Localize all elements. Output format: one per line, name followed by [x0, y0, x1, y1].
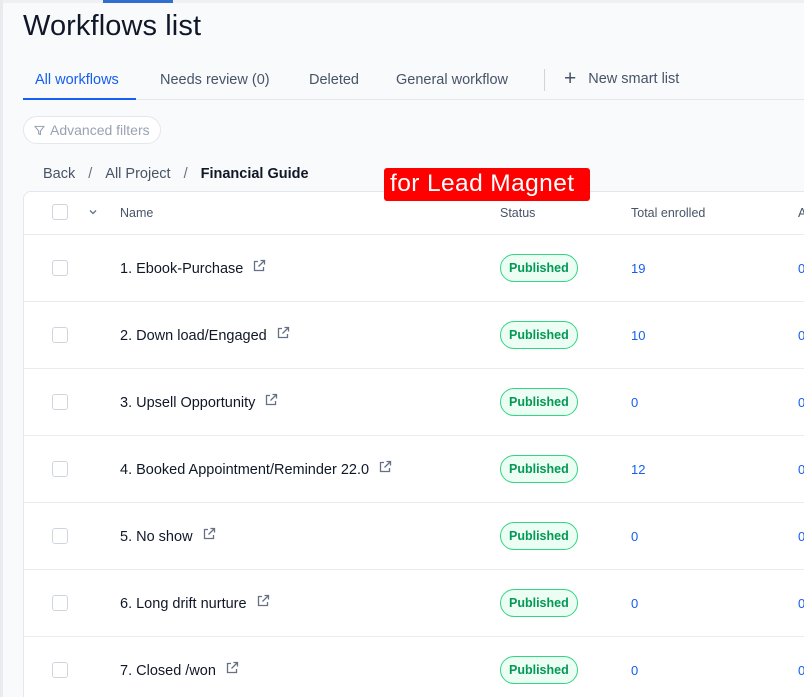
table-row[interactable]: 2. Down load/Engaged Published 10 0	[24, 302, 804, 369]
partial-column-value[interactable]: 0	[798, 529, 804, 544]
status-badge: Published	[500, 321, 578, 349]
workflow-name[interactable]: 6. Long drift nurture	[120, 596, 247, 612]
new-smart-list-label: New smart list	[588, 71, 680, 87]
workflow-name-cell: 2. Down load/Engaged	[120, 326, 290, 344]
annotation-label: for Lead Magnet	[384, 168, 591, 201]
enrolled-count[interactable]: 19	[631, 261, 645, 276]
breadcrumb-separator: /	[183, 166, 188, 182]
breadcrumb-all-project[interactable]: All Project	[105, 166, 170, 182]
workflow-name[interactable]: 5. No show	[120, 529, 193, 545]
row-checkbox[interactable]	[52, 662, 68, 678]
enrolled-count[interactable]: 0	[631, 395, 638, 410]
left-edge	[0, 0, 3, 697]
table-row[interactable]: 7. Closed /won Published 0 0	[24, 637, 804, 697]
breadcrumb: Back / All Project / Financial Guide	[43, 166, 309, 182]
breadcrumb-current: Financial Guide	[200, 166, 309, 182]
row-checkbox[interactable]	[52, 528, 68, 544]
row-checkbox[interactable]	[52, 461, 68, 477]
filter-icon	[34, 125, 45, 135]
column-header-partial[interactable]: A	[798, 206, 804, 220]
column-header-status[interactable]: Status	[500, 206, 535, 220]
column-header-total-enrolled[interactable]: Total enrolled	[631, 206, 705, 220]
table-row[interactable]: 6. Long drift nurture Published 0 0	[24, 570, 804, 637]
tab-needs-review[interactable]: Needs review (0)	[160, 72, 270, 88]
status-badge: Published	[500, 388, 578, 416]
plus-icon: +	[564, 67, 577, 90]
enrolled-count[interactable]: 0	[631, 596, 638, 611]
enrolled-count[interactable]: 0	[631, 663, 638, 678]
row-checkbox[interactable]	[52, 394, 68, 410]
column-header-name[interactable]: Name	[120, 206, 153, 220]
workflow-name-cell: 5. No show	[120, 527, 216, 545]
workflow-name-cell: 3. Upsell Opportunity	[120, 393, 278, 411]
active-tab-indicator	[23, 98, 136, 100]
row-checkbox[interactable]	[52, 327, 68, 343]
table-row[interactable]: 3. Upsell Opportunity Published 0 0	[24, 369, 804, 436]
workflow-name[interactable]: 1. Ebook-Purchase	[120, 261, 243, 277]
external-link-icon[interactable]	[378, 460, 392, 474]
workflow-name-cell: 6. Long drift nurture	[120, 594, 270, 612]
enrolled-count[interactable]: 10	[631, 328, 645, 343]
row-checkbox[interactable]	[52, 595, 68, 611]
enrolled-count[interactable]: 0	[631, 529, 638, 544]
top-bar	[0, 0, 804, 3]
tab-all-workflows[interactable]: All workflows	[35, 72, 119, 88]
external-link-icon[interactable]	[252, 259, 266, 273]
tab-divider	[544, 69, 545, 91]
breadcrumb-back[interactable]: Back	[43, 166, 75, 182]
tab-bar: All workflows Needs review (0) Deleted G…	[23, 66, 804, 100]
partial-column-value[interactable]: 0	[798, 596, 804, 611]
top-bar-accent	[103, 0, 173, 3]
table-row[interactable]: 4. Booked Appointment/Reminder 22.0 Publ…	[24, 436, 804, 503]
workflow-name[interactable]: 4. Booked Appointment/Reminder 22.0	[120, 462, 369, 478]
partial-column-value[interactable]: 0	[798, 261, 804, 276]
status-badge: Published	[500, 522, 578, 550]
workflow-name-cell: 1. Ebook-Purchase	[120, 259, 266, 277]
status-badge: Published	[500, 656, 578, 684]
external-link-icon[interactable]	[276, 326, 290, 340]
workflow-name-cell: 7. Closed /won	[120, 661, 239, 679]
partial-column-value[interactable]: 0	[798, 328, 804, 343]
external-link-icon[interactable]	[225, 661, 239, 675]
partial-column-value[interactable]: 0	[798, 395, 804, 410]
tab-general-workflow[interactable]: General workflow	[396, 72, 508, 88]
workflow-name[interactable]: 7. Closed /won	[120, 663, 216, 679]
status-badge: Published	[500, 589, 578, 617]
external-link-icon[interactable]	[256, 594, 270, 608]
table-row[interactable]: 1. Ebook-Purchase Published 19 0	[24, 235, 804, 302]
select-all-checkbox[interactable]	[52, 204, 68, 220]
table-row[interactable]: 5. No show Published 0 0	[24, 503, 804, 570]
page-title: Workflows list	[23, 10, 202, 42]
enrolled-count[interactable]: 12	[631, 462, 645, 477]
advanced-filters-button[interactable]: Advanced filters	[23, 116, 161, 144]
partial-column-value[interactable]: 0	[798, 663, 804, 678]
status-badge: Published	[500, 254, 578, 282]
workflows-table: Name Status Total enrolled A 1. Ebook-Pu…	[23, 191, 804, 697]
partial-column-value[interactable]: 0	[798, 462, 804, 477]
advanced-filters-label: Advanced filters	[50, 122, 150, 138]
chevron-down-icon[interactable]	[87, 206, 99, 218]
workflow-name-cell: 4. Booked Appointment/Reminder 22.0	[120, 460, 392, 478]
workflow-name[interactable]: 2. Down load/Engaged	[120, 328, 267, 344]
workflow-name[interactable]: 3. Upsell Opportunity	[120, 395, 255, 411]
status-badge: Published	[500, 455, 578, 483]
row-checkbox[interactable]	[52, 260, 68, 276]
breadcrumb-separator: /	[88, 166, 93, 182]
external-link-icon[interactable]	[264, 393, 278, 407]
external-link-icon[interactable]	[202, 527, 216, 541]
tab-deleted[interactable]: Deleted	[309, 72, 359, 88]
new-smart-list-button[interactable]: + New smart list	[564, 67, 680, 90]
